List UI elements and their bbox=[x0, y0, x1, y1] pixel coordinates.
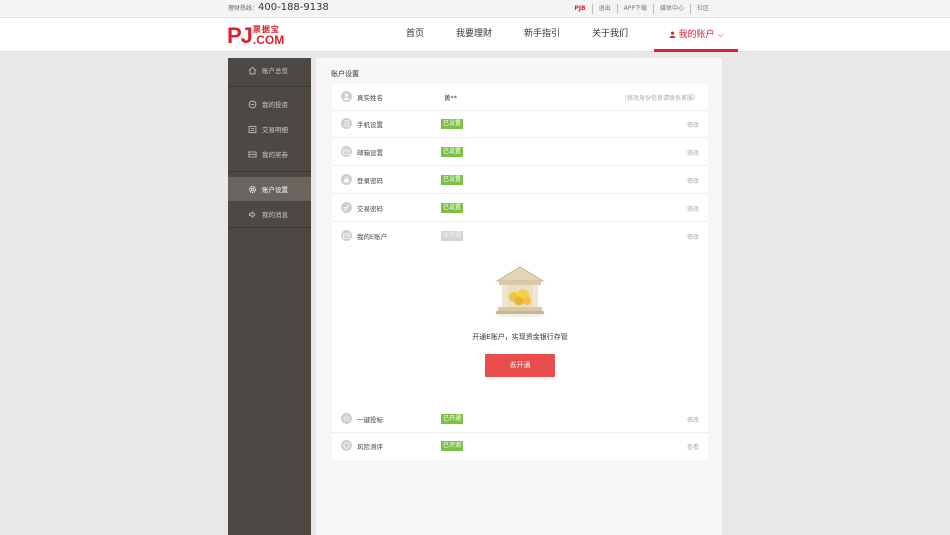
settings-row-phone: 手机设置 已设置 修改 bbox=[332, 111, 708, 138]
status-badge: 已设置 bbox=[441, 175, 464, 185]
settings-card: 真实姓名 黄** （修改身份信息请联系客服） 手机设置 已设置 修改 邮箱设置 … bbox=[332, 84, 708, 460]
sidebar-item-account-settings[interactable]: 账户设置 bbox=[228, 177, 311, 201]
hotline-number: 400-188-9138 bbox=[258, 2, 329, 13]
status-badge: 已评测 bbox=[441, 441, 464, 451]
status-badge: 已设置 bbox=[441, 203, 464, 213]
sidebar-item-label: 交易明细 bbox=[262, 126, 288, 134]
logo-com: .COM bbox=[252, 33, 285, 47]
phone-icon bbox=[341, 118, 352, 129]
status-badge: 已开通 bbox=[441, 414, 464, 424]
modify-trade-password-link[interactable]: 修改 bbox=[687, 204, 699, 213]
email-icon bbox=[341, 146, 352, 157]
top-link-pjb[interactable]: PJB bbox=[568, 4, 591, 14]
main-panel: 账户设置 真实姓名 黄** （修改身份信息请联系客服） 手机设置 已设置 修改 … bbox=[316, 58, 722, 535]
sidebar-item-label: 我的奖券 bbox=[262, 151, 288, 159]
home-icon bbox=[248, 66, 257, 74]
modify-auto-bid-link[interactable]: 修改 bbox=[687, 415, 699, 424]
site-logo[interactable]: PJ 票据宝 .COM bbox=[227, 23, 284, 47]
top-link-app-download[interactable]: APP下载 bbox=[616, 4, 653, 14]
settings-row-real-name: 真实姓名 黄** （修改身份信息请联系客服） bbox=[332, 84, 708, 111]
person-icon bbox=[341, 91, 352, 102]
settings-row-login-password: 登录密码 已设置 修改 bbox=[332, 167, 708, 194]
top-link-media-center[interactable]: 媒体中心 bbox=[652, 4, 690, 14]
promo-text: 开通E账户，实现资金银行存管 bbox=[472, 333, 568, 341]
status-badge: 已设置 bbox=[441, 119, 464, 129]
settings-row-e-account: 我的E账户 未开通 修改 bbox=[332, 223, 708, 250]
e-account-promo: 开通E账户，实现资金银行存管 去开通 bbox=[332, 260, 708, 380]
sidebar-item-label: 我的投资 bbox=[262, 101, 288, 109]
logo-main: PJ bbox=[227, 23, 253, 48]
modify-e-account-link[interactable]: 修改 bbox=[687, 232, 699, 241]
row-label: 手机设置 bbox=[357, 121, 383, 129]
modify-login-password-link[interactable]: 修改 bbox=[687, 176, 699, 185]
view-risk-assessment-link[interactable]: 查看 bbox=[687, 442, 699, 451]
settings-row-email: 邮箱设置 已设置 修改 bbox=[332, 139, 708, 166]
sidebar-divider bbox=[228, 171, 311, 172]
sidebar-item-messages[interactable]: 我的消息 bbox=[228, 202, 311, 226]
sidebar-item-transactions[interactable]: 交易明细 bbox=[228, 117, 311, 141]
top-link-community[interactable]: 社区 bbox=[689, 4, 715, 14]
sidebar-divider bbox=[228, 227, 311, 228]
settings-row-risk-assessment: 风险测评 已评测 查看 bbox=[332, 433, 708, 460]
gear-icon bbox=[248, 185, 257, 193]
nav-item-my-account[interactable]: 我的账户 ⌵ bbox=[654, 18, 739, 52]
open-e-account-button[interactable]: 去开通 bbox=[485, 354, 555, 377]
hotline: 理财热线：400-188-9138 bbox=[228, 2, 329, 15]
top-links: PJB 退出 APP下载 媒体中心 社区 bbox=[568, 4, 715, 14]
row-label: 邮箱设置 bbox=[357, 149, 383, 157]
sidebar: 账户总览 我的投资 交易明细 我的奖券 账户设置 我的消息 bbox=[228, 58, 311, 535]
user-icon bbox=[669, 31, 675, 38]
row-label: 真实姓名 bbox=[357, 94, 383, 102]
sidebar-divider bbox=[228, 86, 311, 87]
modify-email-link[interactable]: 修改 bbox=[687, 148, 699, 157]
key-icon bbox=[341, 202, 352, 213]
row-label: 一键投标 bbox=[357, 416, 383, 424]
hotline-label: 理财热线： bbox=[228, 5, 259, 12]
nav-item-home[interactable]: 首页 bbox=[396, 18, 434, 52]
real-name-value: 黄** bbox=[444, 94, 457, 102]
power-icon bbox=[341, 413, 352, 424]
my-account-label: 我的账户 bbox=[678, 30, 715, 40]
status-badge: 已设置 bbox=[441, 147, 464, 157]
status-badge: 未开通 bbox=[441, 231, 464, 241]
row-label: 登录密码 bbox=[357, 177, 383, 185]
nav-item-guide[interactable]: 新手指引 bbox=[514, 18, 570, 52]
sidebar-item-label: 我的消息 bbox=[262, 211, 288, 219]
modify-phone-link[interactable]: 修改 bbox=[687, 120, 699, 129]
page-title: 账户设置 bbox=[331, 70, 359, 78]
card-icon bbox=[341, 230, 352, 241]
lock-icon bbox=[341, 174, 352, 185]
sidebar-item-label: 账户总览 bbox=[262, 67, 288, 75]
speaker-icon bbox=[248, 210, 256, 218]
nav-item-about[interactable]: 关于我们 bbox=[582, 18, 638, 52]
sidebar-item-my-investments[interactable]: 我的投资 bbox=[228, 92, 311, 116]
contact-support-note: （修改身份信息请联系客服） bbox=[620, 95, 699, 102]
settings-row-trade-password: 交易密码 已设置 修改 bbox=[332, 195, 708, 222]
main-nav: 首页 我要理财 新手指引 关于我们 我的账户 ⌵ bbox=[396, 18, 739, 52]
coupon-icon bbox=[248, 151, 257, 157]
risk-icon bbox=[341, 440, 352, 451]
chevron-down-icon: ⌵ bbox=[717, 30, 724, 39]
bank-illustration bbox=[495, 266, 545, 317]
row-label: 交易密码 bbox=[357, 205, 383, 213]
sidebar-item-label: 账户设置 bbox=[262, 186, 288, 194]
site-header: PJ 票据宝 .COM 首页 我要理财 新手指引 关于我们 我的账户 ⌵ bbox=[0, 18, 950, 52]
nav-item-invest[interactable]: 我要理财 bbox=[446, 18, 502, 52]
ledger-icon bbox=[248, 125, 257, 133]
top-link-logout[interactable]: 退出 bbox=[591, 4, 617, 14]
sidebar-item-coupons[interactable]: 我的奖券 bbox=[228, 142, 311, 166]
top-strip: 理财热线：400-188-9138 PJB 退出 APP下载 媒体中心 社区 bbox=[0, 0, 950, 18]
invest-icon bbox=[248, 100, 257, 108]
row-label: 风险测评 bbox=[357, 443, 383, 451]
settings-row-auto-bid: 一键投标 已开通 修改 bbox=[332, 406, 708, 433]
row-label: 我的E账户 bbox=[357, 233, 388, 241]
sidebar-item-overview[interactable]: 账户总览 bbox=[228, 58, 311, 82]
